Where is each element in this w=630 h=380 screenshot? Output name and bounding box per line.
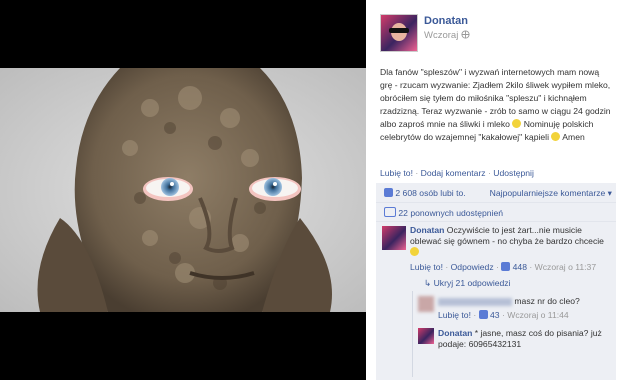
globe-icon — [461, 30, 470, 39]
post-actions: Lubię to! · Dodaj komentarz · Udostępnij — [380, 168, 534, 178]
comment-reply-link[interactable]: Odpowiedz — [451, 262, 494, 272]
comment-meta: Lubię to! · Odpowiedz · 448 · Wczoraj o … — [410, 262, 597, 272]
reply-time[interactable]: Wczoraj o 11:44 — [507, 310, 568, 320]
chevron-down-icon: ▾ — [607, 188, 612, 198]
post-photo[interactable] — [0, 68, 366, 312]
likes-summary: 2 608 osób lubi to. — [384, 188, 466, 198]
reply2-body: Donatan * jasne, masz coś do pisania? ju… — [438, 328, 608, 350]
shares-count[interactable]: 22 ponownych udostępnień — [398, 208, 503, 218]
avatar-glasses — [389, 28, 409, 33]
sort-dropdown[interactable]: Najpopularniejsze komentarze ▾ — [490, 188, 612, 199]
hide-replies-label: Ukryj 21 odpowiedzi — [433, 278, 511, 288]
share-icon — [384, 207, 396, 217]
reply-text: masz nr do cleo? — [514, 296, 580, 306]
action-separator: · — [415, 168, 419, 178]
reply-thread-line — [412, 291, 413, 377]
thumbs-up-icon — [501, 262, 511, 271]
share-link[interactable]: Udostępnij — [493, 168, 534, 178]
reply2-author[interactable]: Donatan — [438, 328, 472, 338]
reply-likes[interactable]: 43 — [490, 310, 500, 320]
comment-avatar[interactable] — [382, 226, 406, 250]
thumbs-up-icon — [478, 310, 488, 319]
post-sidebar: Donatan Wczoraj Dla fanów "spleszów" i w… — [366, 0, 630, 380]
post-time[interactable]: Wczoraj — [424, 30, 458, 41]
comments-section: Donatan Oczywiście to jest żart...nie mu… — [376, 222, 616, 380]
reply-like-link[interactable]: Lubię to! — [438, 310, 471, 320]
shares-row: 22 ponownych udostępnień — [376, 203, 616, 222]
reply-arrow-icon: ↳ — [424, 278, 432, 288]
reply-body: masz nr do cleo? — [438, 296, 614, 306]
post-text: Dla fanów "spleszów" i wyzwań internetow… — [380, 66, 612, 144]
comment-likes[interactable]: 448 — [513, 262, 527, 272]
thumbs-up-icon — [384, 188, 393, 197]
smiley-icon — [551, 132, 561, 141]
likes-row: 2 608 osób lubi to. Najpopularniejsze ko… — [376, 183, 616, 203]
shares-summary[interactable]: 22 ponownych udostępnień — [384, 207, 503, 218]
smiley-icon — [410, 247, 419, 256]
comment-body: Donatan Oczywiście to jest żart...nie mu… — [410, 225, 612, 258]
author-avatar[interactable] — [380, 14, 418, 52]
comment-author[interactable]: Donatan — [410, 225, 444, 235]
comment-time[interactable]: Wczoraj o 11:37 — [535, 262, 596, 272]
post-author[interactable]: Donatan — [424, 15, 468, 27]
smiley-icon — [512, 119, 522, 128]
reply-avatar-blurred[interactable] — [418, 296, 434, 312]
photo-pane — [0, 0, 366, 380]
sort-label: Najpopularniejsze komentarze — [489, 188, 606, 198]
post-time-line: Wczoraj — [424, 30, 470, 41]
like-link[interactable]: Lubię to! — [380, 168, 413, 178]
likes-count[interactable]: 2 608 osób lubi to. — [395, 188, 465, 198]
action-separator: · — [488, 168, 491, 178]
reply-avatar[interactable] — [418, 328, 434, 344]
post-text-end: Amen — [562, 132, 585, 142]
comment-link[interactable]: Dodaj komentarz — [421, 168, 486, 178]
reply-author-blurred[interactable] — [438, 297, 512, 306]
reply-meta: Lubię to! · 43 · Wczoraj o 11:44 — [438, 310, 569, 320]
hide-replies-link[interactable]: ↳ Ukryj 21 odpowiedzi — [424, 278, 511, 289]
comment-like-link[interactable]: Lubię to! — [410, 262, 443, 272]
